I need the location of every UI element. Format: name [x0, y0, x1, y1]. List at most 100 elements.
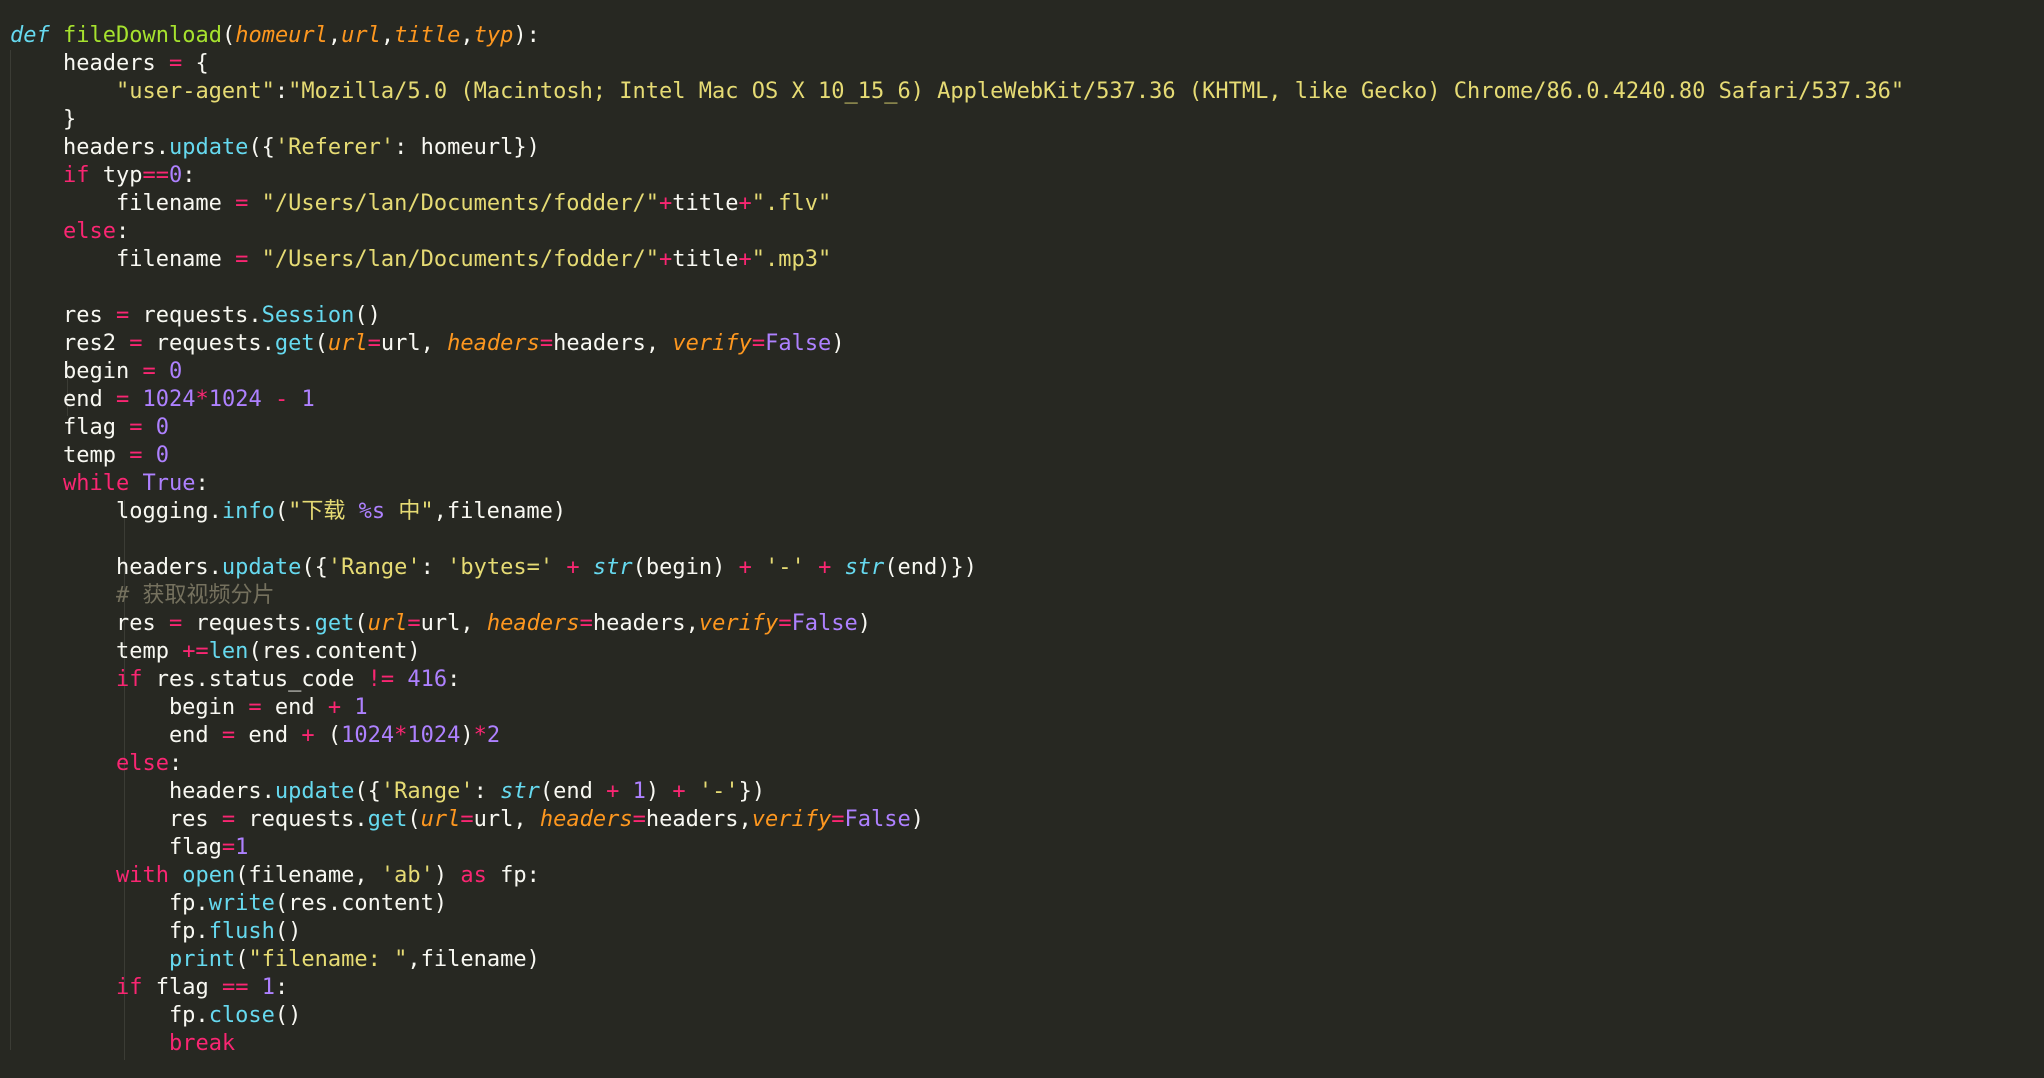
code-token: url,	[420, 611, 487, 636]
code-token: =	[831, 807, 845, 832]
code-token: update	[168, 135, 249, 160]
code-token: headers.	[10, 779, 275, 804]
code-block[interactable]: def fileDownload(homeurl,url,title,typ):…	[10, 22, 1904, 1058]
code-line[interactable]: fp.write(res.content)	[10, 890, 1904, 918]
code-line[interactable]: }	[10, 106, 1904, 134]
code-token: 'ab'	[380, 863, 434, 888]
code-token: if	[115, 667, 143, 692]
code-token: ({	[354, 779, 381, 804]
code-token: res	[10, 807, 222, 832]
code-line[interactable]: temp = 0	[10, 442, 1904, 470]
code-token: =	[129, 443, 143, 468]
code-line[interactable]: with open(filename, 'ab') as fp:	[10, 862, 1904, 890]
code-line[interactable]: res = requests.Session()	[10, 302, 1904, 330]
code-line[interactable]: else:	[10, 750, 1904, 778]
code-line[interactable]: headers.update({'Range': 'bytes=' + str(…	[10, 554, 1904, 582]
code-line[interactable]: end = 1024*1024 - 1	[10, 386, 1904, 414]
code-line[interactable]: res = requests.get(url=url, headers=head…	[10, 806, 1904, 834]
code-line[interactable]	[10, 274, 1904, 302]
code-token: =	[221, 723, 236, 748]
code-token: str	[592, 555, 633, 580]
code-token: if	[62, 163, 90, 188]
code-token: '-'	[698, 779, 739, 804]
code-token: =	[778, 611, 792, 636]
code-token: requests.	[142, 331, 275, 356]
code-token: )	[910, 807, 925, 832]
code-line[interactable]: end = end + (1024*1024)*2	[10, 722, 1904, 750]
code-token: 0	[155, 415, 169, 440]
code-line[interactable]: print("filename: ",filename)	[10, 946, 1904, 974]
code-line[interactable]: headers.update({'Range': str(end + 1) + …	[10, 778, 1904, 806]
code-token: typ	[473, 23, 514, 48]
code-token: +	[606, 779, 620, 804]
code-line[interactable]: # 获取视频分片	[10, 582, 1904, 610]
code-token: headers	[447, 331, 540, 356]
code-line[interactable]: while True:	[10, 470, 1904, 498]
code-token: end	[10, 387, 116, 412]
code-line[interactable]: flag = 0	[10, 414, 1904, 442]
code-token: url	[327, 331, 368, 356]
code-token: +	[327, 695, 342, 720]
code-token: "/Users/lan/Documents/fodder/"	[261, 247, 660, 272]
code-line[interactable]: begin = 0	[10, 358, 1904, 386]
code-token: :	[168, 751, 183, 776]
code-token: *	[195, 387, 209, 412]
code-token: close	[208, 1003, 275, 1028]
code-token: 'bytes='	[447, 555, 554, 580]
code-token: False	[765, 331, 832, 356]
code-line[interactable]: begin = end + 1	[10, 694, 1904, 722]
code-line[interactable]: def fileDownload(homeurl,url,title,typ):	[10, 22, 1904, 50]
code-line[interactable]: res = requests.get(url=url, headers=head…	[10, 610, 1904, 638]
code-token: 2	[486, 723, 501, 748]
code-line[interactable]: flag=1	[10, 834, 1904, 862]
code-line[interactable]: filename = "/Users/lan/Documents/fodder/…	[10, 190, 1904, 218]
code-line[interactable]	[10, 526, 1904, 554]
code-token: -	[274, 387, 289, 412]
code-token: filename	[10, 191, 236, 216]
code-token: True	[142, 471, 196, 496]
code-token: title	[394, 23, 461, 48]
code-line[interactable]: headers = {	[10, 50, 1904, 78]
code-token: "下载	[288, 499, 359, 524]
code-token: 416	[407, 667, 448, 692]
code-line[interactable]: if typ==0:	[10, 162, 1904, 190]
code-line[interactable]: filename = "/Users/lan/Documents/fodder/…	[10, 246, 1904, 274]
code-token: (	[407, 807, 421, 832]
code-line[interactable]: res2 = requests.get(url=url, headers=hea…	[10, 330, 1904, 358]
code-line[interactable]: break	[10, 1030, 1904, 1058]
code-token: flush	[208, 919, 275, 944]
code-token: =	[221, 807, 236, 832]
code-line[interactable]: if res.status_code != 416:	[10, 666, 1904, 694]
code-token: =	[168, 51, 183, 76]
code-line[interactable]: else:	[10, 218, 1904, 246]
code-token: headers,	[553, 331, 673, 356]
code-token: verify	[672, 331, 752, 356]
code-token: get	[314, 611, 355, 636]
code-token: *	[394, 723, 408, 748]
code-token: url,	[380, 331, 448, 356]
code-token: (	[314, 331, 328, 356]
code-editor[interactable]: def fileDownload(homeurl,url,title,typ):…	[0, 0, 2044, 1078]
code-token: update	[221, 555, 302, 580]
code-line[interactable]: if flag == 1:	[10, 974, 1904, 1002]
code-token: ,filename)	[407, 947, 540, 972]
code-line[interactable]: logging.info("下载 %s 中",filename)	[10, 498, 1904, 526]
code-line[interactable]: fp.flush()	[10, 918, 1904, 946]
code-line[interactable]: headers.update({'Referer': homeurl})	[10, 134, 1904, 162]
code-token: begin	[10, 359, 143, 384]
code-token: )	[433, 863, 461, 888]
code-line[interactable]: fp.close()	[10, 1002, 1904, 1030]
code-line[interactable]: temp +=len(res.content)	[10, 638, 1904, 666]
code-line[interactable]: "user-agent":"Mozilla/5.0 (Macintosh; In…	[10, 78, 1904, 106]
code-token: 'Range'	[327, 555, 421, 580]
